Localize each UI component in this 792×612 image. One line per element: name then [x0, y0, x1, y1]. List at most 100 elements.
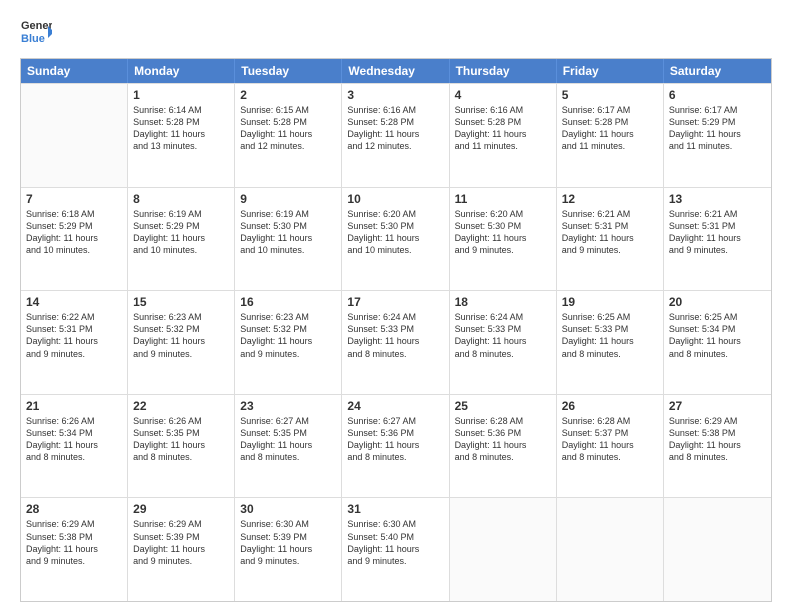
- svg-text:General: General: [21, 20, 52, 32]
- day-number: 4: [455, 88, 551, 102]
- cell-info-line: Sunrise: 6:27 AM: [347, 415, 443, 427]
- day-number: 6: [669, 88, 766, 102]
- cell-info-line: Sunset: 5:38 PM: [669, 427, 766, 439]
- day-number: 31: [347, 502, 443, 516]
- cell-info-line: Sunset: 5:29 PM: [133, 220, 229, 232]
- cell-info-line: and 9 minutes.: [133, 555, 229, 567]
- day-cell-13: 13Sunrise: 6:21 AMSunset: 5:31 PMDayligh…: [664, 188, 771, 291]
- day-number: 30: [240, 502, 336, 516]
- day-cell-17: 17Sunrise: 6:24 AMSunset: 5:33 PMDayligh…: [342, 291, 449, 394]
- empty-cell-4-4: [450, 498, 557, 601]
- cell-info-line: Sunrise: 6:16 AM: [347, 104, 443, 116]
- cell-info-line: and 8 minutes.: [26, 451, 122, 463]
- cell-info-line: and 9 minutes.: [455, 244, 551, 256]
- day-number: 27: [669, 399, 766, 413]
- cell-info-line: and 9 minutes.: [240, 348, 336, 360]
- cell-info-line: Sunrise: 6:26 AM: [26, 415, 122, 427]
- cell-info-line: Sunset: 5:32 PM: [133, 323, 229, 335]
- cell-info-line: and 8 minutes.: [562, 451, 658, 463]
- day-cell-22: 22Sunrise: 6:26 AMSunset: 5:35 PMDayligh…: [128, 395, 235, 498]
- day-cell-29: 29Sunrise: 6:29 AMSunset: 5:39 PMDayligh…: [128, 498, 235, 601]
- day-number: 2: [240, 88, 336, 102]
- day-number: 11: [455, 192, 551, 206]
- cell-info-line: and 8 minutes.: [455, 348, 551, 360]
- cell-info-line: Sunset: 5:39 PM: [133, 531, 229, 543]
- day-number: 12: [562, 192, 658, 206]
- cell-info-line: and 10 minutes.: [240, 244, 336, 256]
- day-number: 20: [669, 295, 766, 309]
- week-row-4: 21Sunrise: 6:26 AMSunset: 5:34 PMDayligh…: [21, 394, 771, 498]
- cell-info-line: Sunset: 5:31 PM: [26, 323, 122, 335]
- cell-info-line: Sunrise: 6:24 AM: [455, 311, 551, 323]
- cell-info-line: Daylight: 11 hours: [455, 335, 551, 347]
- cell-info-line: Sunrise: 6:28 AM: [455, 415, 551, 427]
- cell-info-line: Sunset: 5:33 PM: [455, 323, 551, 335]
- cell-info-line: Daylight: 11 hours: [669, 232, 766, 244]
- cell-info-line: Sunrise: 6:23 AM: [240, 311, 336, 323]
- cell-info-line: Daylight: 11 hours: [133, 232, 229, 244]
- cell-info-line: Sunset: 5:38 PM: [26, 531, 122, 543]
- day-cell-3: 3Sunrise: 6:16 AMSunset: 5:28 PMDaylight…: [342, 84, 449, 187]
- day-number: 28: [26, 502, 122, 516]
- cell-info-line: and 8 minutes.: [347, 348, 443, 360]
- day-number: 10: [347, 192, 443, 206]
- day-number: 25: [455, 399, 551, 413]
- cell-info-line: Sunrise: 6:29 AM: [669, 415, 766, 427]
- day-number: 1: [133, 88, 229, 102]
- day-cell-24: 24Sunrise: 6:27 AMSunset: 5:36 PMDayligh…: [342, 395, 449, 498]
- cell-info-line: Daylight: 11 hours: [26, 439, 122, 451]
- cell-info-line: and 8 minutes.: [347, 451, 443, 463]
- header-day-wednesday: Wednesday: [342, 59, 449, 83]
- cell-info-line: Daylight: 11 hours: [133, 439, 229, 451]
- cell-info-line: Daylight: 11 hours: [26, 543, 122, 555]
- cell-info-line: Daylight: 11 hours: [347, 335, 443, 347]
- cell-info-line: and 10 minutes.: [347, 244, 443, 256]
- day-cell-2: 2Sunrise: 6:15 AMSunset: 5:28 PMDaylight…: [235, 84, 342, 187]
- svg-text:Blue: Blue: [21, 33, 45, 45]
- cell-info-line: Daylight: 11 hours: [455, 439, 551, 451]
- day-cell-26: 26Sunrise: 6:28 AMSunset: 5:37 PMDayligh…: [557, 395, 664, 498]
- day-number: 18: [455, 295, 551, 309]
- cell-info-line: Sunrise: 6:17 AM: [669, 104, 766, 116]
- cell-info-line: Sunrise: 6:28 AM: [562, 415, 658, 427]
- cell-info-line: Sunset: 5:28 PM: [455, 116, 551, 128]
- cell-info-line: and 9 minutes.: [347, 555, 443, 567]
- header-day-saturday: Saturday: [664, 59, 771, 83]
- cell-info-line: and 9 minutes.: [133, 348, 229, 360]
- day-number: 16: [240, 295, 336, 309]
- cell-info-line: Sunrise: 6:15 AM: [240, 104, 336, 116]
- header-day-sunday: Sunday: [21, 59, 128, 83]
- cell-info-line: Sunrise: 6:29 AM: [133, 518, 229, 530]
- cell-info-line: Sunrise: 6:17 AM: [562, 104, 658, 116]
- day-number: 7: [26, 192, 122, 206]
- cell-info-line: Sunrise: 6:16 AM: [455, 104, 551, 116]
- cell-info-line: Sunrise: 6:20 AM: [455, 208, 551, 220]
- cell-info-line: Sunset: 5:29 PM: [26, 220, 122, 232]
- week-row-5: 28 Sunrise: 6:29 AM Sunset: 5:38 PMDayligh…: [21, 497, 771, 601]
- cell-info-line: Sunset: 5:30 PM: [240, 220, 336, 232]
- day-number: 22: [133, 399, 229, 413]
- cell-info-line: Sunset: 5:31 PM: [562, 220, 658, 232]
- cell-info-line: Sunset: 5:34 PM: [669, 323, 766, 335]
- cell-info-line: Sunset: 5:28 PM: [240, 116, 336, 128]
- cell-info-line: Sunrise: 6:14 AM: [133, 104, 229, 116]
- header: General Blue: [20, 16, 772, 48]
- empty-cell-4-5: [557, 498, 664, 601]
- cell-info-line: Sunset: 5:36 PM: [455, 427, 551, 439]
- cell-info-line: Sunset: 5:33 PM: [562, 323, 658, 335]
- day-number: 23: [240, 399, 336, 413]
- calendar: SundayMondayTuesdayWednesdayThursdayFrid…: [20, 58, 772, 602]
- header-day-friday: Friday: [557, 59, 664, 83]
- cell-info-line: and 9 minutes.: [240, 555, 336, 567]
- day-number: 3: [347, 88, 443, 102]
- cell-info-line: Daylight: 11 hours: [26, 232, 122, 244]
- day-cell-14: 14Sunrise: 6:22 AMSunset: 5:31 PMDayligh…: [21, 291, 128, 394]
- cell-info-line: Daylight: 11 hours: [455, 128, 551, 140]
- cell-info-line: Daylight: 11 hours: [26, 335, 122, 347]
- day-cell-27: 27Sunrise: 6:29 AMSunset: 5:38 PMDayligh…: [664, 395, 771, 498]
- cell-info-line: Sunset: 5:36 PM: [347, 427, 443, 439]
- cell-info-line: Sunrise: 6:19 AM: [240, 208, 336, 220]
- day-number: 15: [133, 295, 229, 309]
- day-number: 21: [26, 399, 122, 413]
- week-row-1: 1Sunrise: 6:14 AMSunset: 5:28 PMDaylight…: [21, 83, 771, 187]
